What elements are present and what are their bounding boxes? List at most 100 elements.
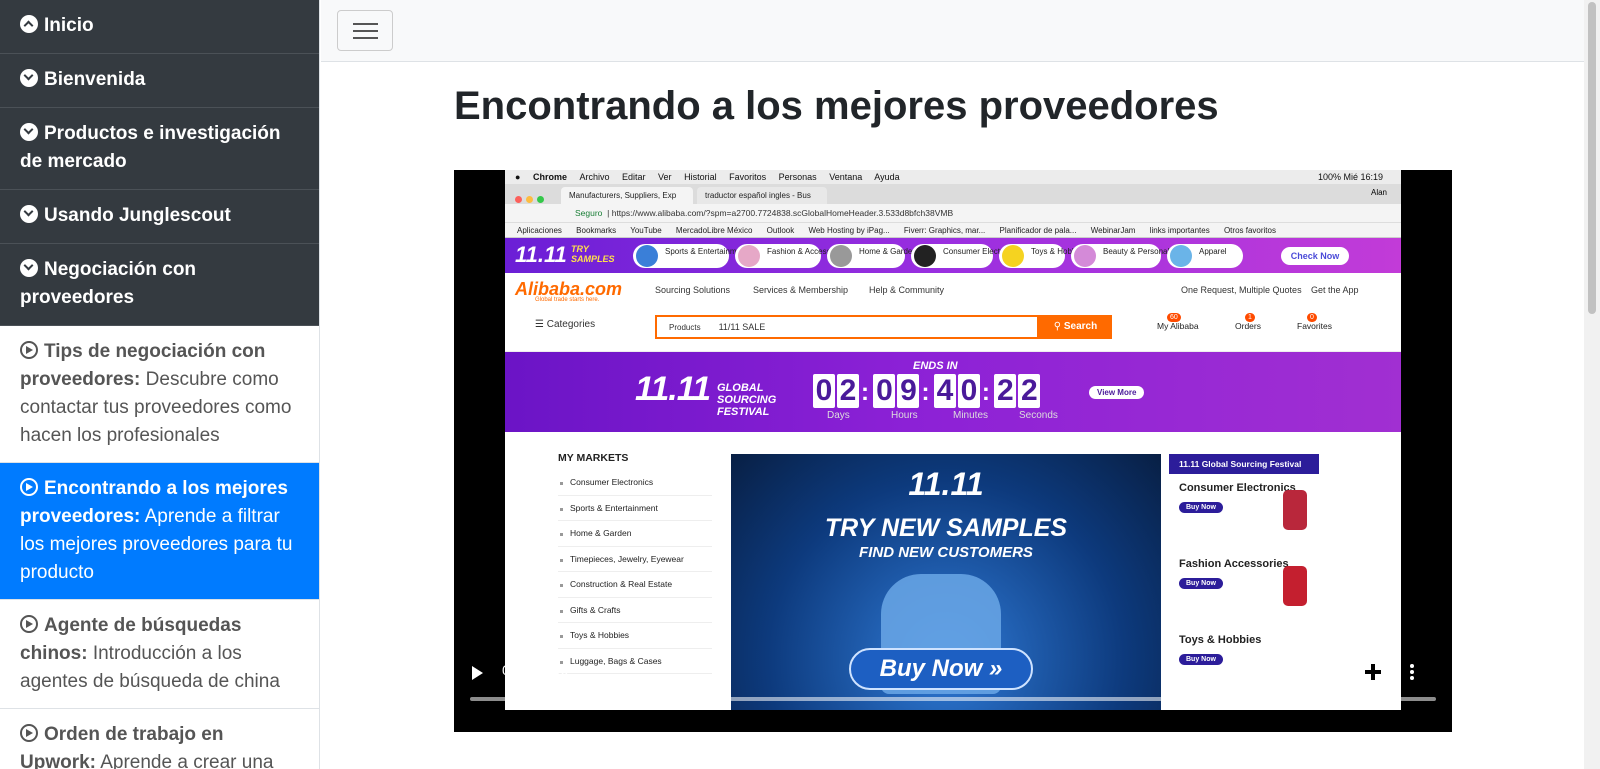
promo-pill: Home & Garden xyxy=(827,244,917,268)
chevron-up-icon xyxy=(20,15,38,33)
chevron-down-icon xyxy=(20,69,38,87)
menu-item: Chrome xyxy=(532,172,567,182)
search-value: 11/11 SALE xyxy=(718,322,766,332)
my-markets-panel: MY MARKETS Consumer Electronics Sports &… xyxy=(546,442,726,710)
menu-item: Historial xyxy=(684,172,717,182)
nav-link: Help & Community xyxy=(869,285,945,295)
sidebar-section-productos[interactable]: Productos e investigación de mercado xyxy=(0,108,319,190)
nav-link: Services & Membership xyxy=(753,285,849,295)
alibaba-search-button: ⚲ Search xyxy=(1039,315,1112,339)
chevron-down-icon xyxy=(20,123,38,141)
video-progress-bar[interactable] xyxy=(470,697,1436,701)
sidebar-section-junglescout[interactable]: Usando Junglescout xyxy=(0,190,319,244)
market-item: Sports & Entertainment xyxy=(558,496,712,521)
samples-banner: 11.11 TRY NEW SAMPLES FIND NEW CUSTOMERS… xyxy=(731,454,1161,710)
browser-tab-bar: Manufacturers, Suppliers, Exp traductor … xyxy=(505,184,1401,204)
market-item: Consumer Electronics xyxy=(558,470,712,496)
account-favorites: 0 Favorites xyxy=(1297,313,1332,331)
volume-button[interactable] xyxy=(1320,664,1342,682)
alibaba-search-box: Products 11/11 SALE xyxy=(655,315,1039,339)
page-title: Encontrando a los mejores proveedores xyxy=(454,84,1219,128)
video-frame: ● Chrome Archivo Editar Ver Historial Fa… xyxy=(505,170,1401,710)
page-scrollbar[interactable] xyxy=(1584,0,1600,769)
bookmark: Bookmarks xyxy=(576,226,617,235)
top-navbar xyxy=(321,0,1584,62)
scrollbar-thumb[interactable] xyxy=(1588,2,1596,314)
sidebar-section-inicio[interactable]: Inicio xyxy=(0,0,319,54)
bookmark: Fiverr: Graphics, mar... xyxy=(903,226,986,235)
market-item: Construction & Real Estate xyxy=(558,572,712,598)
lesson-item-mejores-proveedores[interactable]: Encontrando a los mejores proveedores: A… xyxy=(0,463,319,600)
sidebar-section-negociacion[interactable]: Negociación con proveedores xyxy=(0,244,319,326)
more-options-button[interactable] xyxy=(1410,664,1414,682)
promo-pill: Beauty & Personal Care xyxy=(1071,244,1189,268)
menu-item: Ver xyxy=(658,172,672,182)
mac-menu-bar: ● Chrome Archivo Editar Ver Historial Fa… xyxy=(505,170,1401,184)
lesson-item-agente-busquedas[interactable]: Agente de búsquedas chinos: Introducción… xyxy=(0,600,319,709)
sidebar-section-label: Usando Junglescout xyxy=(44,205,231,226)
promo-strip: 11.11 TRY SAMPLES Sports & Entertainment… xyxy=(505,238,1401,273)
deals-header: 11.11 Global Sourcing Festival xyxy=(1169,454,1319,474)
banner-line: TRY NEW SAMPLES xyxy=(824,514,1068,542)
secure-label: Seguro xyxy=(575,208,603,218)
account-orders: 1 Orders xyxy=(1235,313,1261,331)
lesson-desc: Aprende a crear una xyxy=(96,752,274,769)
address-bar: Seguro | https://www.alibaba.com/?spm=a2… xyxy=(505,204,1401,223)
markets-title: MY MARKETS xyxy=(558,452,629,464)
bookmark: Otros favoritos xyxy=(1223,226,1276,235)
promo-title: 11.11 xyxy=(515,242,567,267)
sidebar-section-label: Negociación con proveedores xyxy=(20,259,197,308)
festival-deals-panel: 11.11 Global Sourcing Festival Consumer … xyxy=(1169,454,1319,710)
promo-subtitle: TRY SAMPLES xyxy=(571,244,615,264)
bookmark: links importantes xyxy=(1149,226,1210,235)
countdown-timer: 02: 09: 40: 22 xyxy=(813,374,1042,408)
phone-image xyxy=(1283,490,1307,530)
timer-unit: Days xyxy=(827,410,850,421)
bookmark: Web Hosting by iPag... xyxy=(808,226,890,235)
menu-item: Personas xyxy=(778,172,817,182)
play-circle-icon xyxy=(20,724,38,742)
deal-card: Fashion Accessories Buy Now xyxy=(1169,550,1319,626)
chevron-down-icon xyxy=(20,205,38,223)
address-url: https://www.alibaba.com/?spm=a2700.77248… xyxy=(611,208,954,218)
sidebar-section-bienvenida[interactable]: Bienvenida xyxy=(0,54,319,108)
fullscreen-button[interactable] xyxy=(1365,664,1381,680)
banner-line: 11.11 xyxy=(908,466,984,502)
timer-unit: Seconds xyxy=(1019,410,1058,421)
market-item: Luggage, Bags & Cases xyxy=(558,649,712,674)
lesson-item-tips-negociacion[interactable]: Tips de negociación con proveedores: Des… xyxy=(0,326,319,463)
nav-link: Sourcing Solutions xyxy=(655,285,731,295)
products-dropdown: Products xyxy=(669,323,701,332)
mac-status: 100% Mié 16:19 xyxy=(1317,172,1383,182)
browser-user: Alan xyxy=(1370,188,1387,197)
play-circle-icon xyxy=(20,478,38,496)
promo-pill: Toys & Hobbies xyxy=(999,244,1087,268)
video-player[interactable]: ● Chrome Archivo Editar Ver Historial Fa… xyxy=(454,170,1452,732)
promo-pill: Fashion & Accessories xyxy=(735,244,848,268)
market-item: Home & Garden xyxy=(558,521,712,547)
bookmark: YouTube xyxy=(630,226,662,235)
apple-icon: ● xyxy=(515,172,521,182)
timer-unit: Minutes xyxy=(953,410,989,421)
nav-link: One Request, Multiple Quotes xyxy=(1181,285,1302,295)
festival-title: 11.11 xyxy=(635,370,711,408)
hamburger-icon xyxy=(353,23,378,25)
menu-item: Archivo xyxy=(579,172,610,182)
menu-item: Favoritos xyxy=(729,172,767,182)
deal-card: Consumer Electronics Buy Now xyxy=(1169,474,1319,550)
deal-card: Toys & Hobbies Buy Now xyxy=(1179,634,1262,665)
bookmarks-bar: Aplicaciones Bookmarks YouTube MercadoLi… xyxy=(505,223,1401,238)
bag-image xyxy=(1283,566,1307,606)
chevron-down-icon xyxy=(20,259,38,277)
bookmark: Planificador de pala... xyxy=(999,226,1077,235)
timer-unit: Hours xyxy=(891,410,918,421)
view-more-button: View More xyxy=(1089,386,1145,399)
play-button[interactable] xyxy=(472,666,483,680)
market-item: Gifts & Crafts xyxy=(558,598,712,623)
hamburger-menu-button[interactable] xyxy=(337,10,393,51)
lesson-item-upwork[interactable]: Orden de trabajo en Upwork: Aprende a cr… xyxy=(0,709,319,769)
account-my-alibaba: 60 My Alibaba xyxy=(1157,313,1199,331)
menu-item: Ayuda xyxy=(874,172,900,182)
alibaba-tagline: Global trade starts here. xyxy=(535,297,600,303)
festival-banner: 11.11 GLOBAL SOURCING FESTIVAL ENDS IN 0… xyxy=(505,352,1401,432)
